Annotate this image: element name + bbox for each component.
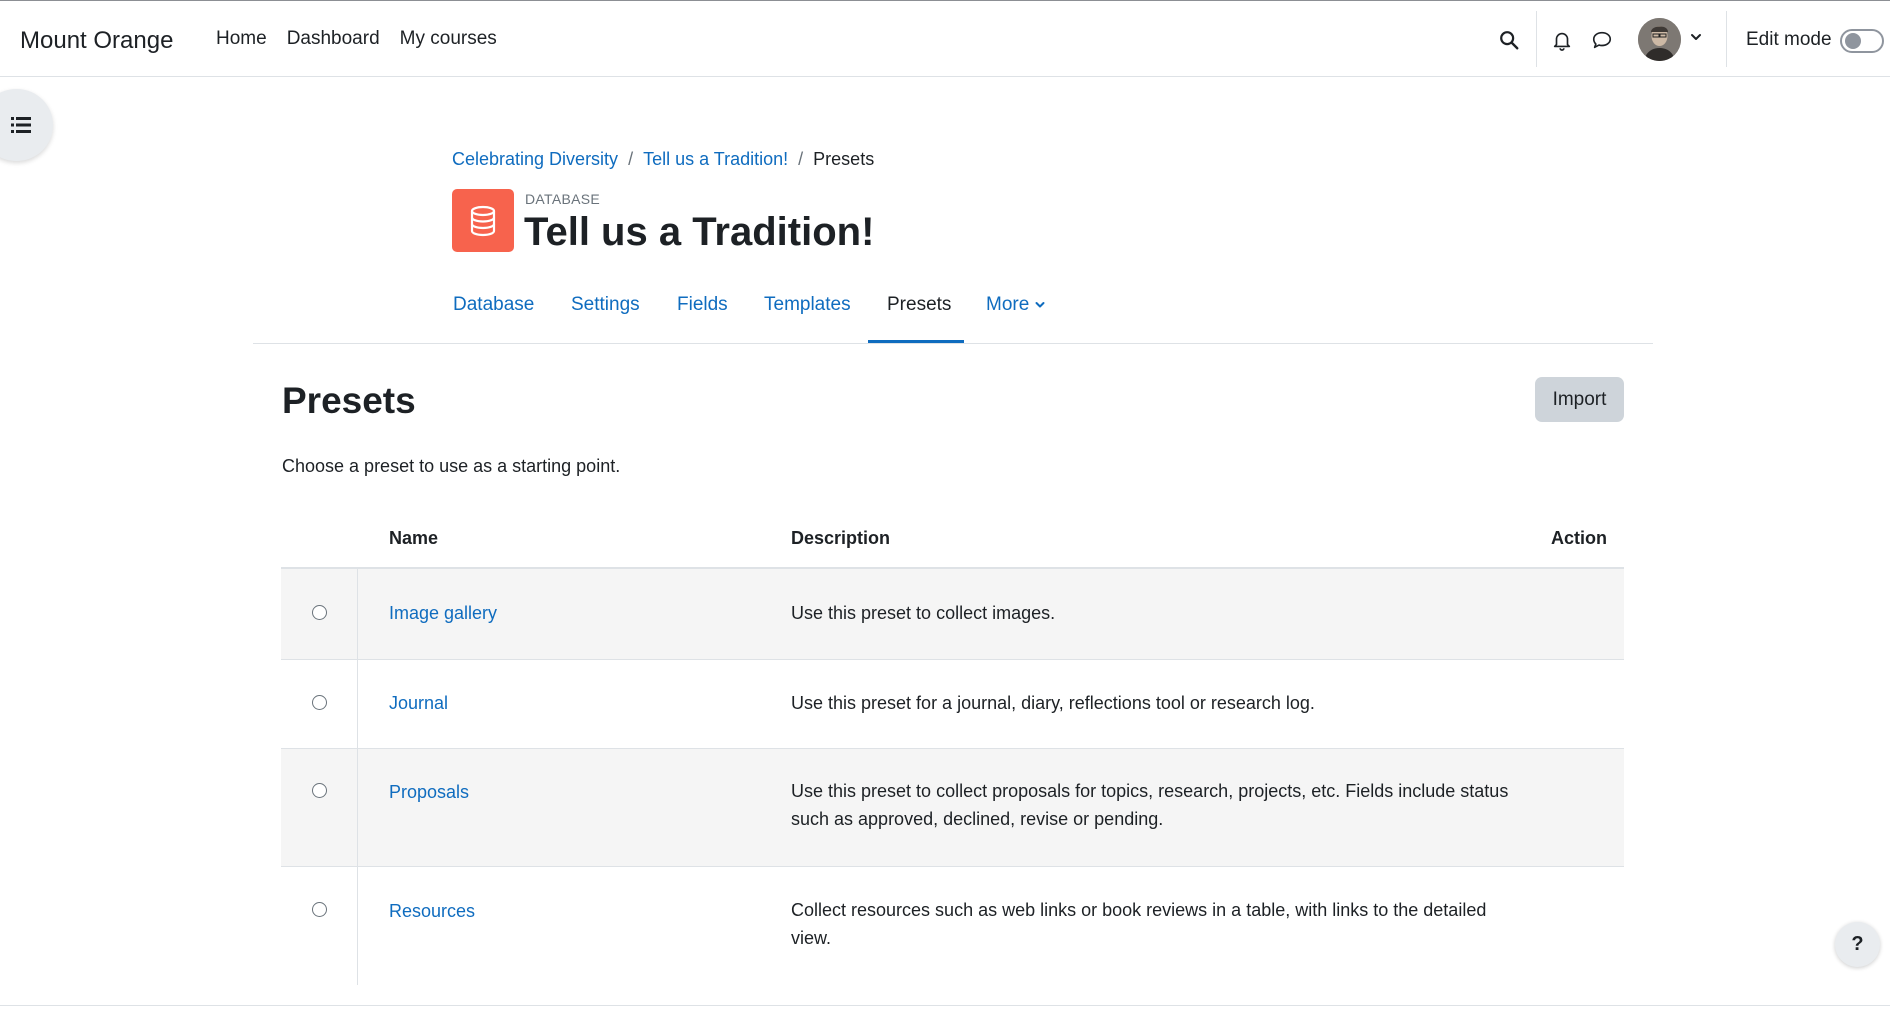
notifications-button[interactable]: [1547, 25, 1577, 55]
preset-name-link[interactable]: Proposals: [389, 782, 469, 803]
list-icon: [11, 117, 31, 133]
table-row: Proposals Use this preset to collect pro…: [281, 749, 1624, 867]
preset-description: Use this preset to collect images.: [791, 603, 1056, 623]
selection-cell: [281, 660, 358, 748]
user-avatar[interactable]: [1638, 18, 1681, 61]
preset-description: Use this preset for a journal, diary, re…: [791, 693, 1315, 713]
selection-cell: [281, 569, 358, 659]
messages-button[interactable]: [1587, 25, 1617, 55]
secondary-navigation: Database Settings Fields Templates Prese…: [253, 278, 1653, 344]
course-index-toggle[interactable]: [0, 89, 53, 161]
edit-mode-label: Edit mode: [1746, 29, 1832, 50]
active-tab-indicator: [868, 340, 964, 343]
tab-templates[interactable]: Templates: [764, 294, 851, 344]
column-header-description: Description: [791, 528, 891, 548]
primary-navigation: Home Dashboard My courses: [216, 28, 507, 50]
nav-home[interactable]: Home: [216, 28, 277, 50]
tab-settings[interactable]: Settings: [571, 294, 640, 344]
import-button[interactable]: Import: [1535, 377, 1624, 422]
top-navbar: Mount Orange Home Dashboard My courses E…: [0, 0, 1890, 77]
table-header: Name Description Action: [281, 510, 1624, 569]
preset-name-link[interactable]: Image gallery: [389, 603, 497, 624]
message-icon: [1592, 31, 1612, 49]
content-heading: Presets: [282, 380, 416, 421]
database-icon: [470, 205, 496, 236]
tab-fields[interactable]: Fields: [677, 294, 728, 344]
toggle-knob: [1845, 33, 1861, 49]
breadcrumb: Celebrating Diversity / Tell us a Tradit…: [452, 149, 874, 170]
preset-name-link[interactable]: Journal: [389, 693, 448, 714]
user-menu-toggle[interactable]: [1689, 30, 1703, 49]
footer-divider: [0, 1005, 1890, 1006]
tab-more[interactable]: More: [986, 294, 1046, 344]
user-photo-icon: [1638, 18, 1681, 61]
table-row: Image gallery Use this preset to collect…: [281, 569, 1624, 660]
preset-radio[interactable]: [312, 605, 327, 620]
preset-radio[interactable]: [312, 783, 327, 798]
tab-presets[interactable]: Presets: [887, 294, 951, 344]
preset-description: Collect resources such as web links or b…: [791, 900, 1487, 948]
selection-cell: [281, 867, 358, 985]
activity-type-label: DATABASE: [525, 191, 601, 207]
search-icon: [1500, 31, 1519, 50]
presets-table: Name Description Action Image gallery Us…: [281, 510, 1624, 985]
preset-description: Use this preset to collect proposals for…: [791, 781, 1509, 829]
column-header-name: Name: [389, 528, 439, 548]
nav-my-courses[interactable]: My courses: [390, 28, 507, 50]
chevron-down-icon: [1691, 34, 1701, 40]
preset-name-link[interactable]: Resources: [389, 901, 475, 922]
selection-cell: [281, 749, 358, 866]
nav-dashboard[interactable]: Dashboard: [277, 28, 390, 50]
breadcrumb-divider: /: [798, 149, 804, 169]
navbar-divider: [1536, 11, 1537, 67]
preset-radio[interactable]: [312, 695, 327, 710]
tab-more-label: More: [986, 294, 1030, 315]
search-button[interactable]: [1494, 25, 1524, 55]
breadcrumb-current: Presets: [813, 149, 875, 169]
intro-text: Choose a preset to use as a starting poi…: [282, 456, 621, 476]
help-button[interactable]: ?: [1835, 922, 1880, 967]
tab-database[interactable]: Database: [453, 294, 534, 344]
bell-icon: [1553, 32, 1571, 51]
breadcrumb-course[interactable]: Celebrating Diversity: [452, 149, 618, 170]
navbar-divider: [1726, 11, 1727, 67]
table-row: Journal Use this preset for a journal, d…: [281, 660, 1624, 749]
activity-icon-badge: [452, 189, 514, 252]
breadcrumb-activity[interactable]: Tell us a Tradition!: [643, 149, 788, 170]
table-row: Resources Collect resources such as web …: [281, 867, 1624, 985]
chevron-down-icon: [1035, 302, 1045, 308]
column-header-action: Action: [1551, 528, 1607, 548]
edit-mode-toggle[interactable]: [1840, 29, 1884, 53]
preset-radio[interactable]: [312, 902, 327, 917]
site-brand[interactable]: Mount Orange: [20, 27, 173, 55]
breadcrumb-divider: /: [628, 149, 634, 169]
page-title: Tell us a Tradition!: [524, 210, 875, 254]
